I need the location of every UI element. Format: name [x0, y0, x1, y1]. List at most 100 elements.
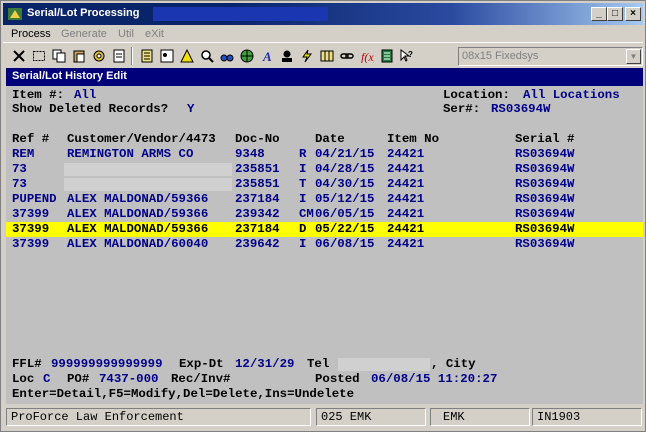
- window-title: Serial/Lot Processing: [27, 7, 140, 19]
- city-label: , City: [431, 357, 476, 371]
- menu-exit[interactable]: eXit: [145, 28, 164, 40]
- cell-date: 04/30/15: [315, 177, 375, 191]
- cell-date: 04/28/15: [315, 162, 375, 176]
- link-icon[interactable]: [337, 46, 357, 66]
- ffl-value: 999999999999999: [51, 357, 163, 371]
- table-row[interactable]: 73 235851 T 04/30/15 24421 RS03694W: [6, 177, 643, 192]
- menu-util[interactable]: Util: [118, 28, 134, 40]
- item-value[interactable]: All: [74, 88, 96, 102]
- cell-serial: RS03694W: [515, 207, 575, 221]
- table-row[interactable]: REM REMINGTON ARMS CO 9348 R 04/21/15 24421 RS…: [6, 147, 643, 162]
- cell-serial: RS03694W: [515, 147, 575, 161]
- copy-icon[interactable]: [49, 46, 69, 66]
- terminal-screen: Serial/Lot History Edit Item #: All Loca…: [6, 68, 643, 404]
- cell-customer: ALEX MALDONAD/60040: [67, 237, 209, 251]
- cell-item: 24421: [387, 207, 425, 221]
- cell-serial: RS03694W: [515, 222, 575, 236]
- col-doc: Doc-No: [235, 132, 280, 146]
- cell-type: CM: [299, 207, 314, 221]
- posted-value: 06/08/15 11:20:27: [371, 372, 498, 386]
- col-ref: Ref #: [12, 132, 50, 146]
- calculator-icon[interactable]: [137, 46, 157, 66]
- cell-type: T: [299, 177, 307, 191]
- table-row[interactable]: 37399 ALEX MALDONAD/59366 239342 CM 06/05/15…: [6, 207, 643, 222]
- cell-doc: 235851: [235, 177, 280, 191]
- search-icon[interactable]: [197, 46, 217, 66]
- app-window: Serial/Lot Processing _ □ × Process Gene…: [0, 0, 646, 432]
- clipboard-icon[interactable]: [109, 46, 129, 66]
- alert-icon[interactable]: [177, 46, 197, 66]
- tel-masked: [338, 358, 430, 371]
- item-label: Item #:: [12, 88, 65, 102]
- loc-value: C: [43, 372, 51, 386]
- cell-date: 05/12/15: [315, 192, 375, 206]
- cell-doc: 9348: [235, 147, 265, 161]
- table-row-selected[interactable]: 37399 ALEX MALDONAD/59366 237184 D 05/22/15 2…: [6, 222, 643, 237]
- cell-ref: PUPEND: [12, 192, 57, 206]
- exp-label: Exp-Dt: [179, 357, 224, 371]
- font-select-value: 08x15 Fixedsys: [462, 50, 539, 62]
- cell-serial: RS03694W: [515, 237, 575, 251]
- maximize-button[interactable]: □: [607, 7, 623, 21]
- cell-serial: RS03694W: [515, 162, 575, 176]
- cell-ref: 73: [12, 162, 27, 176]
- close-icon[interactable]: [9, 46, 29, 66]
- close-button[interactable]: ×: [625, 7, 641, 21]
- cell-doc: 237184: [235, 222, 280, 236]
- cell-type: I: [299, 162, 307, 176]
- ser-label: Ser#:: [443, 102, 481, 116]
- svg-text:?: ?: [408, 50, 413, 59]
- script-icon[interactable]: A: [257, 46, 277, 66]
- table-row[interactable]: PUPEND ALEX MALDONAD/59366 237184 I 05/12/15…: [6, 192, 643, 207]
- cell-customer: ALEX MALDONAD/59366: [67, 222, 209, 236]
- toolbar-separator: [131, 47, 133, 65]
- cell-serial: RS03694W: [515, 177, 575, 191]
- menu-generate[interactable]: Generate: [61, 28, 107, 40]
- paste-icon[interactable]: [69, 46, 89, 66]
- cell-item: 24421: [387, 192, 425, 206]
- map-icon[interactable]: [317, 46, 337, 66]
- deleted-value[interactable]: Y: [187, 102, 194, 116]
- col-serial: Serial #: [515, 132, 575, 146]
- po-value: 7437-000: [99, 372, 159, 386]
- cell-ref: 37399: [12, 207, 50, 221]
- binoculars-icon[interactable]: [217, 46, 237, 66]
- minimize-button[interactable]: _: [591, 7, 607, 21]
- select-icon[interactable]: [29, 46, 49, 66]
- customer-masked: [64, 178, 232, 191]
- cell-doc: 239642: [235, 237, 280, 251]
- loc-label: Loc: [12, 372, 35, 386]
- font-select[interactable]: 08x15 Fixedsys ▼: [458, 47, 643, 66]
- cell-type: I: [299, 237, 307, 251]
- ser-value[interactable]: RS03694W: [491, 102, 551, 116]
- menu-process[interactable]: Process: [11, 28, 51, 40]
- cell-ref: 37399: [12, 222, 50, 236]
- globe-icon[interactable]: [237, 46, 257, 66]
- cell-item: 24421: [387, 162, 425, 176]
- cell-customer: ALEX MALDONAD/59366: [67, 192, 209, 206]
- notes-icon[interactable]: [157, 46, 177, 66]
- function-icon[interactable]: f(x): [357, 46, 377, 66]
- help-pointer-icon[interactable]: ?: [397, 46, 417, 66]
- cell-ref: 37399: [12, 237, 50, 251]
- posted-label: Posted: [315, 372, 360, 386]
- ffl-label: FFL#: [12, 357, 42, 371]
- document-icon[interactable]: [377, 46, 397, 66]
- cell-doc: 237184: [235, 192, 280, 206]
- settings-icon[interactable]: [89, 46, 109, 66]
- location-value[interactable]: All Locations: [523, 88, 620, 102]
- recinv-label: Rec/Inv#: [171, 372, 231, 386]
- deleted-label: Show Deleted Records?: [12, 102, 169, 116]
- user-icon[interactable]: [277, 46, 297, 66]
- tel-label: Tel: [307, 357, 330, 371]
- cell-type: D: [299, 222, 307, 236]
- chevron-down-icon[interactable]: ▼: [626, 49, 641, 64]
- lightning-icon[interactable]: [297, 46, 317, 66]
- help-line: Enter=Detail,F5=Modify,Del=Delete,Ins=Un…: [12, 387, 355, 401]
- cell-item: 24421: [387, 147, 425, 161]
- cell-item: 24421: [387, 177, 425, 191]
- table-row[interactable]: 37399 ALEX MALDONAD/60040 239642 I 06/08/15 2…: [6, 237, 643, 252]
- table-row[interactable]: 73 235851 I 04/28/15 24421 RS03694W: [6, 162, 643, 177]
- title-bar[interactable]: Serial/Lot Processing _ □ ×: [3, 3, 643, 25]
- cell-item: 24421: [387, 222, 425, 236]
